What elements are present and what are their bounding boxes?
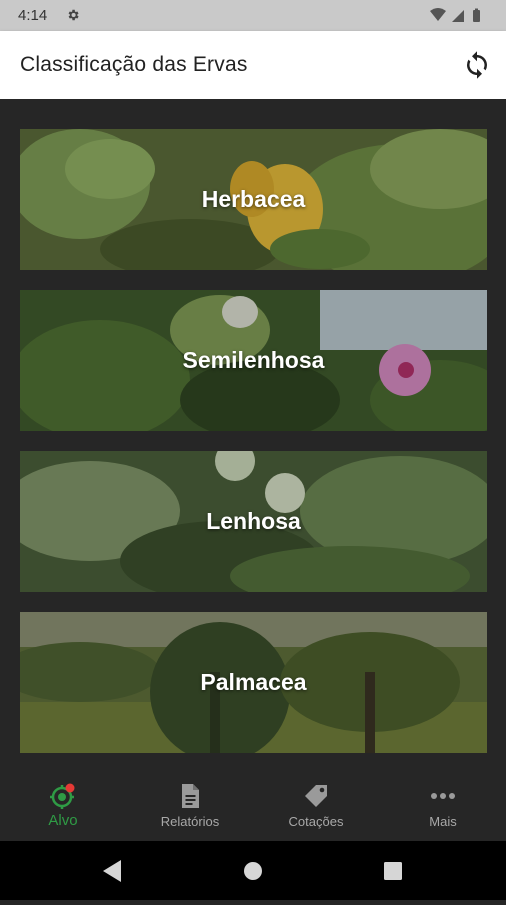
battery-icon — [473, 8, 480, 22]
recents-icon[interactable] — [384, 862, 402, 880]
nav-item-alvo[interactable]: Alvo — [0, 770, 126, 841]
page-title: Classificação das Ervas — [20, 53, 248, 76]
card-label: Palmacea — [200, 669, 307, 695]
app-bar: Classificação das Ervas — [0, 31, 506, 99]
wifi-icon — [430, 8, 446, 21]
refresh-icon — [466, 51, 488, 79]
refresh-button[interactable] — [462, 50, 492, 80]
settings-gear-icon — [66, 8, 80, 27]
home-icon[interactable] — [244, 862, 262, 880]
card-label: Semilenhosa — [182, 347, 325, 373]
card-lenhosa[interactable]: Lenhosa — [20, 451, 487, 592]
tag-icon — [302, 782, 330, 815]
status-indicators — [430, 8, 490, 28]
nav-item-relatorios[interactable]: Relatórios — [127, 770, 253, 841]
back-icon[interactable] — [103, 860, 121, 882]
bottom-navigation: Alvo Relatórios Cotações Mais — [0, 770, 506, 841]
nav-label: Mais — [429, 814, 457, 829]
nav-label: Cotações — [288, 814, 344, 829]
nav-item-cotacoes[interactable]: Cotações — [253, 770, 379, 841]
more-icon — [429, 782, 457, 815]
card-palmacea[interactable]: Palmacea — [20, 612, 487, 753]
card-herbacea[interactable]: Herbacea — [20, 129, 487, 270]
herb-classification-list: Herbacea Semilenhosa Lenhosa Palmacea — [0, 99, 506, 770]
status-bar: 4:14 — [0, 0, 506, 31]
nav-label: Alvo — [48, 812, 78, 829]
notification-badge — [65, 783, 75, 793]
nav-item-mais[interactable]: Mais — [380, 770, 506, 841]
status-time: 4:14 — [18, 7, 48, 24]
target-icon — [49, 782, 77, 815]
system-navigation-bar — [0, 841, 506, 900]
nav-label: Relatórios — [160, 814, 220, 829]
card-label: Herbacea — [201, 186, 306, 212]
card-label: Lenhosa — [206, 508, 301, 534]
card-semilenhosa[interactable]: Semilenhosa — [20, 290, 487, 431]
signal-icon — [452, 10, 464, 22]
document-icon — [177, 782, 203, 815]
